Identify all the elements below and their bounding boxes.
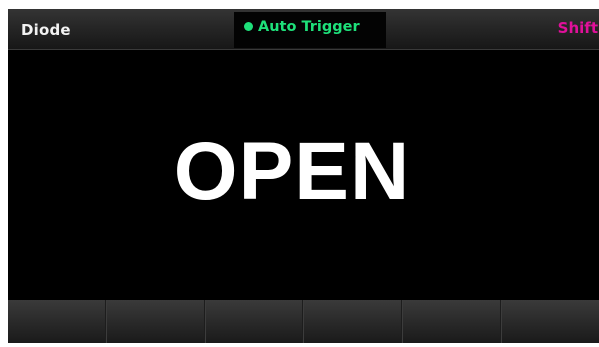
main-reading: OPEN: [173, 126, 411, 217]
meter-display: Diode Auto Trigger Shift OPEN: [8, 9, 599, 343]
softkey-1[interactable]: [8, 300, 106, 343]
status-dot-icon: [244, 22, 253, 31]
status-bar: Diode Auto Trigger Shift: [8, 9, 599, 50]
softkey-4[interactable]: [303, 300, 403, 343]
softkey-5[interactable]: [402, 300, 502, 343]
shift-indicator: Shift: [557, 19, 598, 37]
softkey-6[interactable]: [501, 300, 599, 343]
softkey-3[interactable]: [204, 300, 304, 343]
trigger-status: Auto Trigger: [234, 12, 386, 48]
trigger-mode-label: Auto Trigger: [258, 19, 360, 35]
instrument-screen: Diode Auto Trigger Shift OPEN: [0, 0, 599, 347]
measurement-mode-label: Diode: [21, 21, 71, 39]
softkey-2[interactable]: [105, 300, 205, 343]
softkey-bar: [8, 300, 599, 343]
